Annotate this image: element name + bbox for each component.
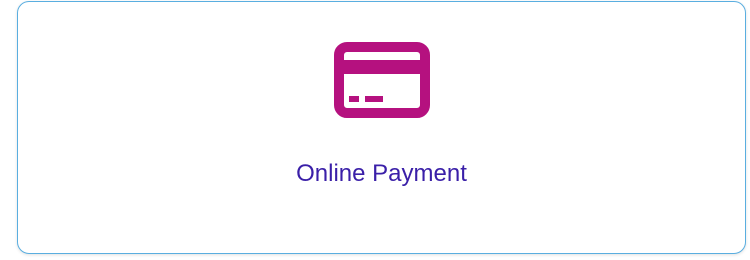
online-payment-option[interactable]: Online Payment <box>17 1 746 254</box>
credit-card-icon <box>334 42 430 118</box>
payment-option-label: Online Payment <box>296 160 467 187</box>
